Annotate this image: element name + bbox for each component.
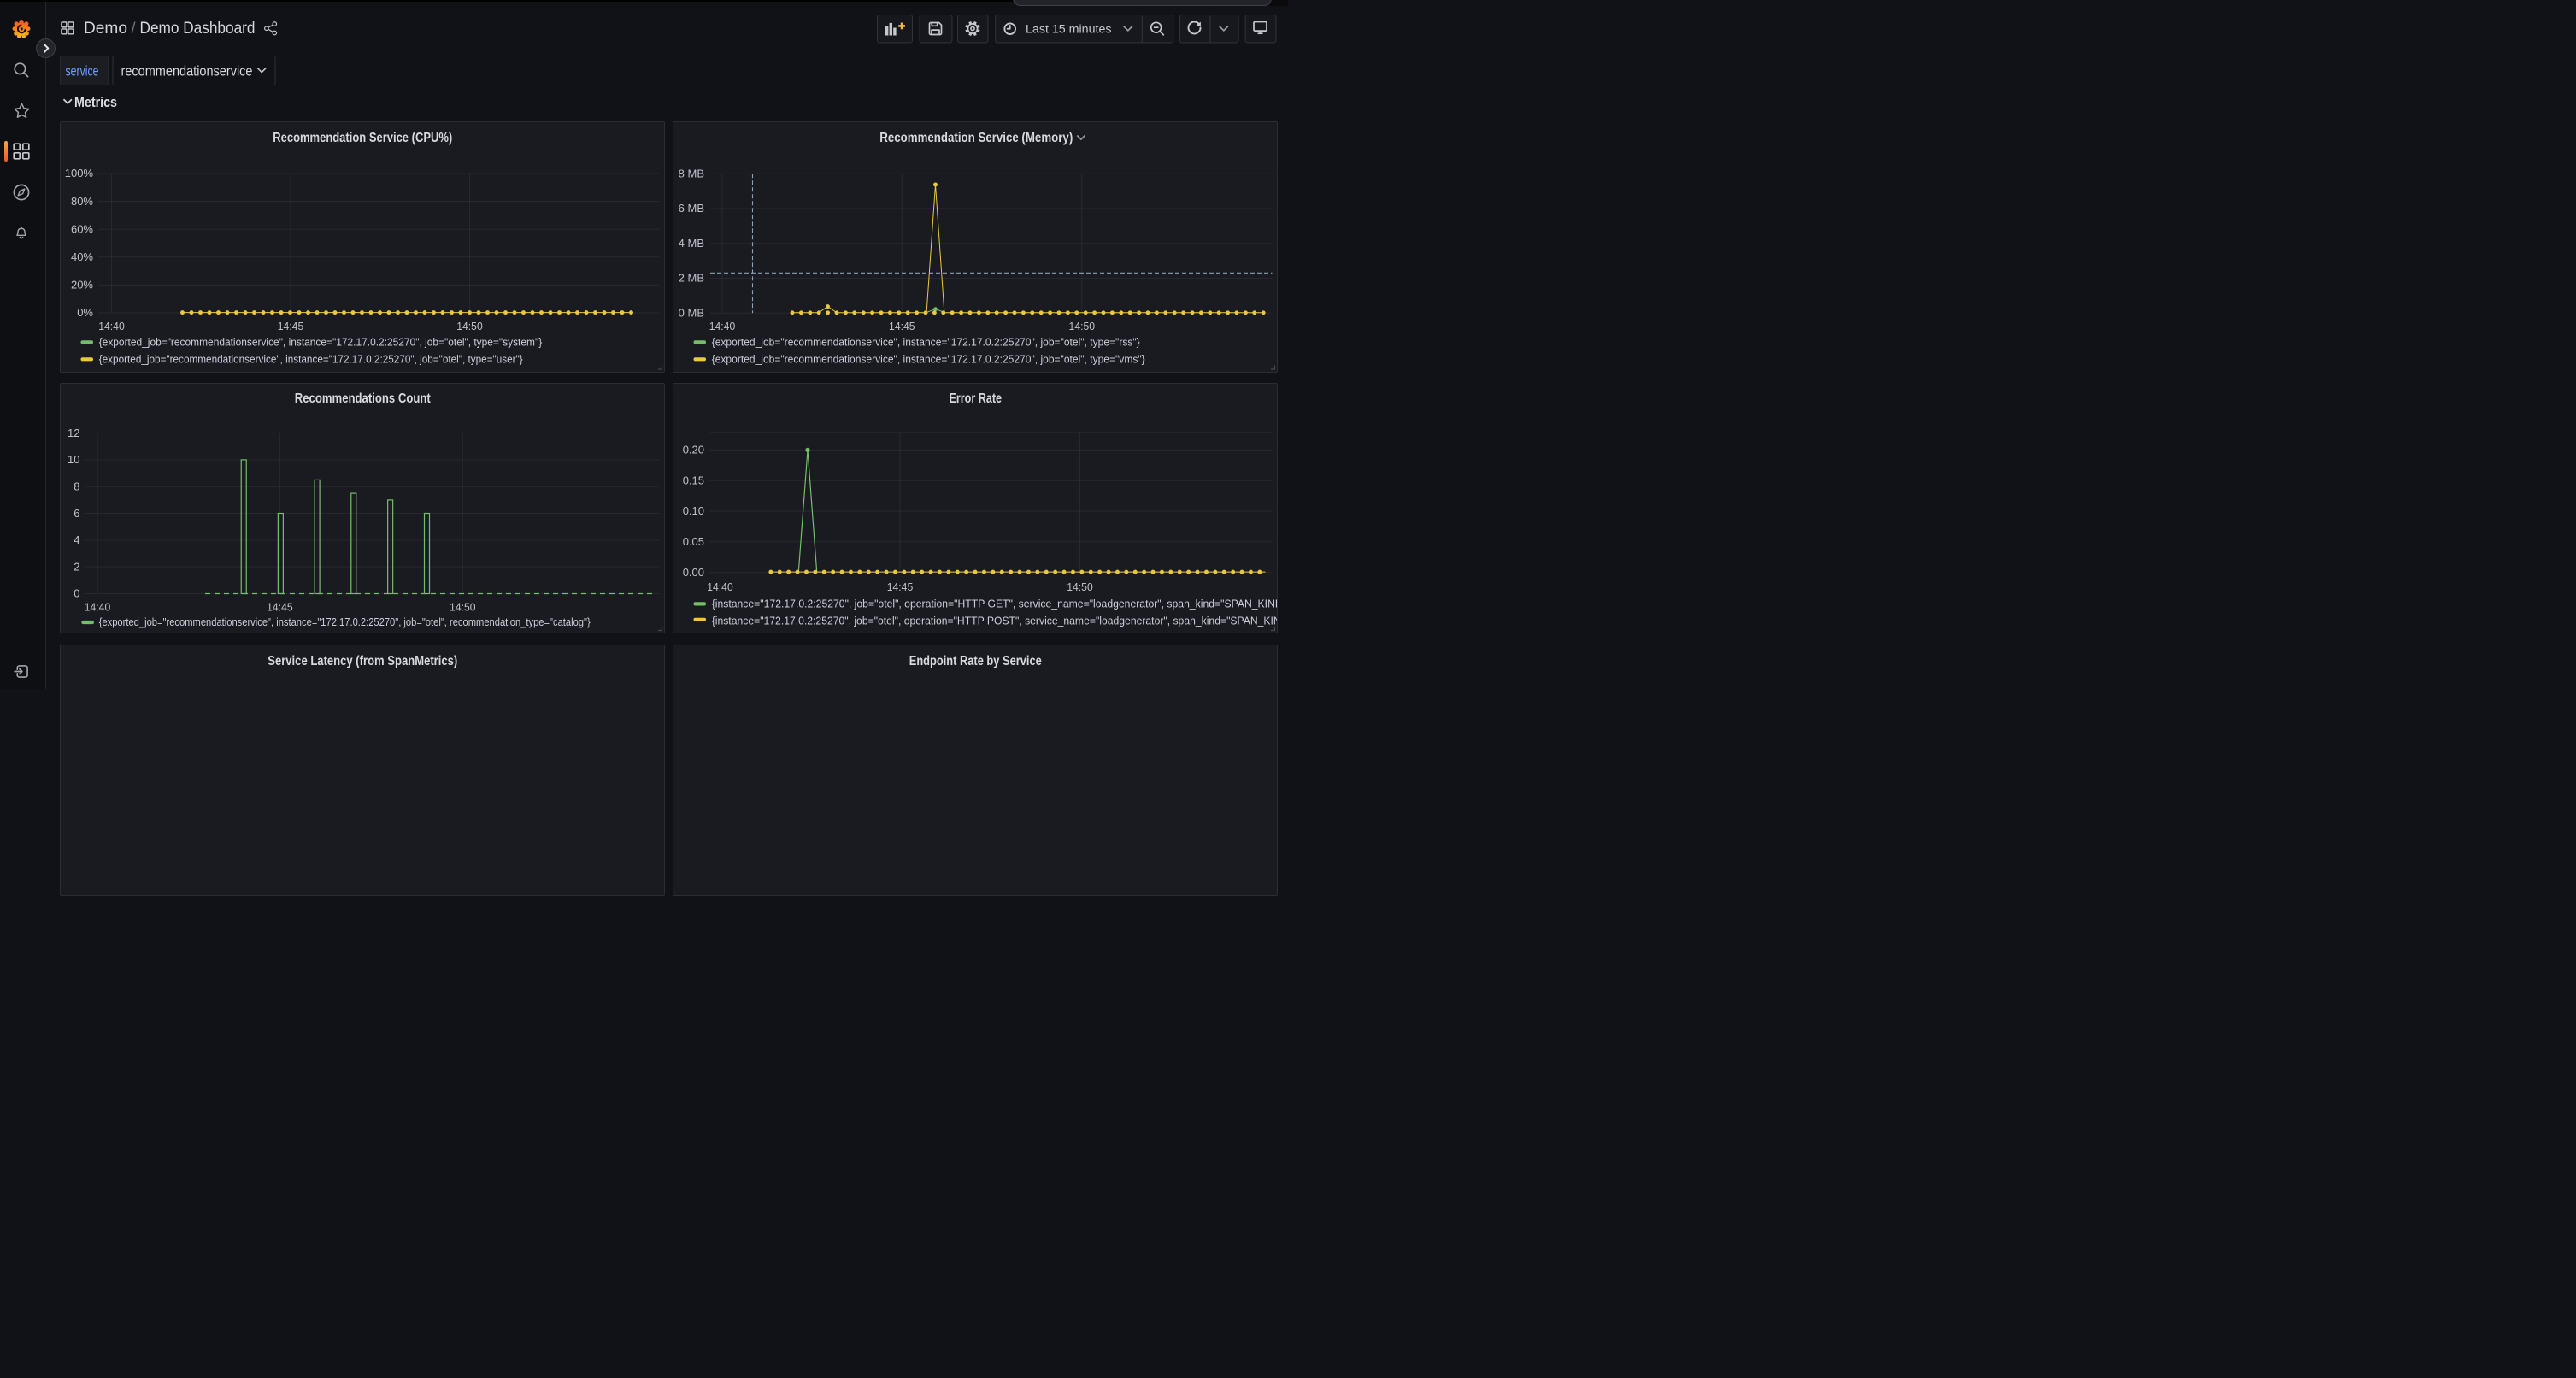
svg-text:/: / <box>132 20 136 37</box>
svg-text:recommendationservice: recommendationservice <box>121 63 253 80</box>
svg-text:Demo: Demo <box>84 19 127 38</box>
svg-text:service: service <box>66 63 99 80</box>
svg-text:Last 15 minutes: Last 15 minutes <box>1026 23 1112 37</box>
svg-text:Demo Dashboard: Demo Dashboard <box>140 19 256 38</box>
svg-text:Metrics: Metrics <box>74 94 117 110</box>
